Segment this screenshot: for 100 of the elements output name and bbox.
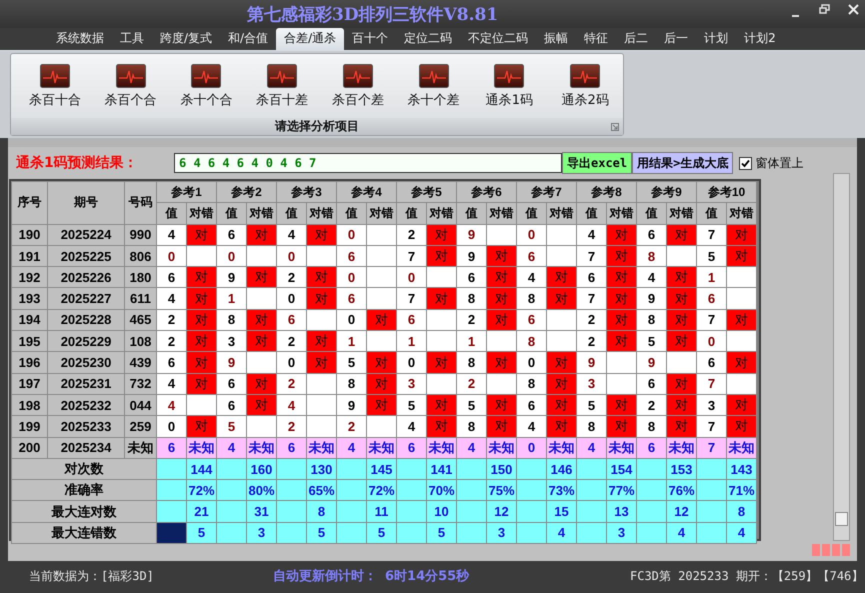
table-cell: 990 (124, 224, 156, 246)
result-cell: 对 (606, 394, 636, 416)
menu-tab[interactable]: 后一 (656, 30, 696, 50)
analysis-button[interactable]: 杀百个合 (92, 64, 168, 118)
close-icon[interactable] (848, 4, 859, 15)
result-cell: 对 (366, 373, 396, 394)
table-cell: 5 (366, 522, 396, 544)
table-cell: 4 (156, 224, 186, 246)
table-cell: 2 (336, 416, 366, 438)
row-header: 最大连错数 (12, 522, 156, 544)
result-cell: 对 (426, 288, 456, 310)
menu-tab[interactable]: 特征 (576, 30, 616, 50)
result-cell: 对 (666, 330, 696, 352)
result-cell: 对 (606, 416, 636, 438)
column-header: 对错 (606, 202, 636, 224)
table-cell: 3 (696, 394, 726, 416)
table-cell: 9 (216, 352, 246, 374)
result-cell: 对 (666, 373, 696, 394)
result-cell: 对 (546, 266, 576, 288)
selected-cell[interactable] (156, 522, 186, 544)
column-header: 对错 (246, 202, 276, 224)
menu-tab[interactable]: 计划 (696, 30, 736, 50)
menu-tab[interactable]: 计划2 (736, 30, 784, 50)
menu-tab[interactable]: 不定位二码 (460, 30, 536, 50)
menu-tab[interactable]: 跨度/复式 (152, 30, 220, 50)
table-cell: 31 (246, 500, 276, 522)
result-cell: 对 (186, 266, 216, 288)
table-cell: 8 (216, 309, 246, 331)
result-cell: 对 (666, 224, 696, 246)
table-cell: 4 (396, 416, 426, 438)
table-cell: 6 (636, 373, 666, 394)
analysis-button[interactable]: 通杀2码 (547, 64, 623, 118)
table-cell: 3 (246, 522, 276, 544)
menu-tab[interactable]: 后二 (616, 30, 656, 50)
table-cell: 6 (696, 352, 726, 374)
result-cell: 对 (726, 224, 756, 246)
table-cell: 8 (726, 500, 756, 522)
result-cell: 对 (546, 288, 576, 310)
result-cell: 对 (186, 288, 216, 310)
table-cell: 6 (276, 309, 306, 331)
result-cell: 对 (306, 352, 336, 374)
table-cell: 5 (696, 245, 726, 267)
restore-icon[interactable] (819, 4, 830, 14)
table-cell: 0 (336, 224, 366, 246)
table-cell: 5 (186, 522, 216, 544)
row-header: 对次数 (12, 458, 156, 480)
menu-tab[interactable]: 振幅 (536, 30, 576, 50)
prediction-field[interactable]: 6 4 6 4 6 4 0 4 6 7 (174, 153, 562, 173)
table-cell: 5 (216, 416, 246, 438)
table-cell: 2 (396, 224, 426, 246)
row-header: 最大连对数 (12, 500, 156, 522)
analysis-button[interactable]: 杀十个合 (168, 64, 244, 118)
expand-icon[interactable] (611, 123, 619, 131)
table-cell: 2025230 (48, 352, 124, 374)
menu-tab[interactable]: 定位二码 (396, 30, 460, 50)
table-cell: 197 (12, 373, 48, 394)
heartbeat-icon (40, 64, 70, 88)
table-cell: 3 (606, 522, 636, 544)
table-cell: 7 (696, 224, 726, 246)
result-cell: 对 (486, 394, 516, 416)
table-cell: 未知 (366, 437, 396, 458)
result-cell: 对 (306, 266, 336, 288)
analysis-button[interactable]: 杀百十差 (244, 64, 320, 118)
table-cell: 2 (456, 309, 486, 331)
table-cell: 7 (696, 373, 726, 394)
table-cell: 0 (336, 309, 366, 331)
menu-tab[interactable]: 合差/通杀 (276, 28, 344, 50)
table-cell: 6 (336, 245, 366, 267)
analysis-button[interactable]: 杀十个差 (396, 64, 472, 118)
menu-tab[interactable]: 和/合值 (220, 30, 276, 50)
table-cell: 4 (576, 224, 606, 246)
generate-button[interactable]: 用结果>生成大底 (632, 152, 734, 174)
table-cell: 5 (456, 394, 486, 416)
table-cell: 未知 (246, 437, 276, 458)
result-cell: 对 (186, 416, 216, 438)
analysis-button[interactable]: 杀百十合 (17, 64, 93, 118)
table-cell: 108 (124, 330, 156, 352)
analysis-button[interactable]: 通杀1码 (472, 64, 548, 118)
table-cell: 145 (366, 458, 396, 480)
menu-tab[interactable]: 工具 (112, 30, 152, 50)
menu-tab[interactable]: 系统数据 (48, 30, 112, 50)
scrollbar[interactable] (833, 173, 850, 541)
table-cell: 198 (12, 394, 48, 416)
table-cell: 4 (156, 394, 186, 416)
table-cell: 2 (636, 394, 666, 416)
menu-tab[interactable]: 百十个 (344, 30, 396, 50)
column-header: 值 (516, 202, 546, 224)
export-button[interactable]: 导出excel (562, 152, 632, 174)
analysis-button[interactable]: 杀百个差 (320, 64, 396, 118)
stay-on-top-checkbox[interactable] (739, 156, 752, 170)
table-cell: 4 (156, 288, 186, 310)
prediction-label: 通杀1码预测结果： (16, 154, 139, 172)
table-cell: 150 (486, 458, 516, 480)
column-header: 对错 (186, 202, 216, 224)
table-cell: 5 (336, 352, 366, 374)
table-cell: 1 (216, 288, 246, 310)
table-cell: 3 (396, 373, 426, 394)
table-cell: 77% (606, 480, 636, 501)
table-cell: 0 (396, 352, 426, 374)
result-cell: 对 (606, 245, 636, 267)
